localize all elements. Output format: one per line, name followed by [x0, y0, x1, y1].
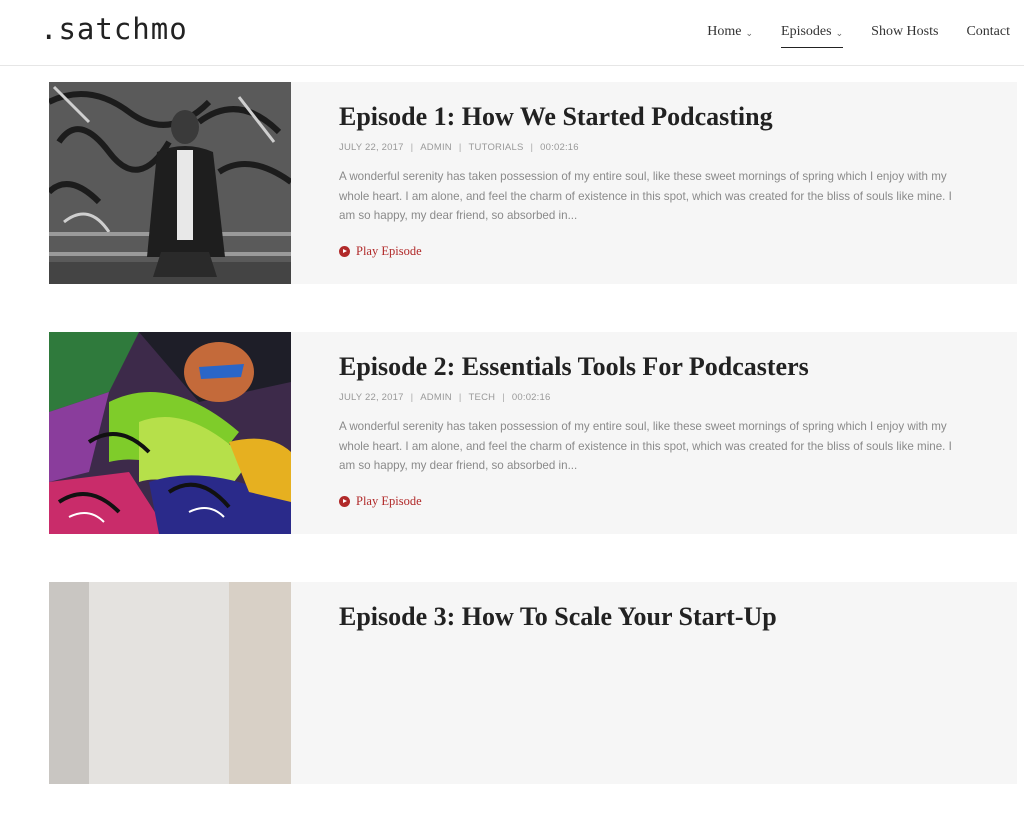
episode-meta: JULY 22, 2017 | ADMIN | TECH | 00:02:16 [339, 392, 969, 403]
play-episode-label: Play Episode [356, 243, 422, 258]
nav-item-label: Show Hosts [871, 24, 939, 39]
meta-separator: | [410, 142, 414, 153]
meta-separator: | [458, 142, 462, 153]
episode-title[interactable]: Episode 2: Essentials Tools For Podcaste… [339, 350, 969, 384]
episode-duration: 00:02:16 [511, 392, 551, 403]
episode-thumbnail[interactable] [49, 82, 291, 284]
episode-body: Episode 3: How To Scale Your Start-Up [339, 600, 969, 634]
meta-separator: | [530, 142, 534, 153]
nav-item-contact[interactable]: Contact [966, 22, 1010, 48]
episode-thumbnail[interactable] [49, 582, 291, 784]
play-episode-button[interactable]: Play Episode [339, 244, 969, 259]
nav-item-label: Episodes [781, 24, 832, 39]
play-circle-icon [339, 245, 350, 257]
site-header: .satchmo Home ⌄ Episodes ⌄ Show Hosts Co… [0, 0, 1024, 66]
chevron-down-icon: ⌄ [745, 27, 754, 38]
play-episode-button[interactable]: Play Episode [339, 494, 969, 509]
meta-separator: | [502, 392, 505, 403]
episode-title[interactable]: Episode 1: How We Started Podcasting [339, 100, 969, 134]
episode-feed: Episode 1: How We Started Podcasting JUL… [49, 82, 1017, 832]
episode-duration: 00:02:16 [540, 142, 579, 153]
episode-body: Episode 2: Essentials Tools For Podcaste… [339, 350, 969, 509]
nav-item-label: Contact [966, 24, 1010, 39]
chevron-down-icon: ⌄ [835, 27, 844, 38]
site-logo[interactable]: .satchmo [40, 12, 188, 46]
episode-card: Episode 1: How We Started Podcasting JUL… [49, 82, 1017, 284]
play-episode-label: Play Episode [356, 493, 422, 508]
nav-item-label: Home [707, 24, 742, 39]
main-nav: Home ⌄ Episodes ⌄ Show Hosts Contact [679, 22, 1010, 48]
episode-excerpt: A wonderful serenity has taken possessio… [339, 170, 952, 222]
episode-body: Episode 1: How We Started Podcasting JUL… [339, 100, 969, 259]
episode-category[interactable]: TECH [469, 392, 496, 403]
episode-meta: JULY 22, 2017 | ADMIN | TUTORIALS | 00:02:16 [339, 142, 969, 153]
episode-date[interactable]: JULY 22, 2017 [339, 142, 404, 153]
meta-separator: | [458, 392, 462, 403]
nav-item-episodes[interactable]: Episodes ⌄ [781, 22, 844, 48]
episode-title[interactable]: Episode 3: How To Scale Your Start-Up [339, 600, 969, 634]
episode-thumbnail[interactable] [49, 332, 291, 534]
episode-date[interactable]: JULY 22, 2017 [339, 392, 404, 403]
meta-separator: | [410, 392, 414, 403]
episode-card: Episode 3: How To Scale Your Start-Up [49, 582, 1017, 784]
episode-excerpt: A wonderful serenity has taken possessio… [339, 420, 952, 472]
nav-item-show-hosts[interactable]: Show Hosts [871, 22, 938, 48]
play-circle-icon [339, 495, 350, 507]
episode-author[interactable]: ADMIN [420, 392, 452, 403]
episode-author[interactable]: ADMIN [420, 142, 452, 153]
episode-category[interactable]: TUTORIALS [469, 142, 524, 153]
episode-card: Episode 2: Essentials Tools For Podcaste… [49, 332, 1017, 534]
nav-item-home[interactable]: Home ⌄ [707, 22, 753, 48]
